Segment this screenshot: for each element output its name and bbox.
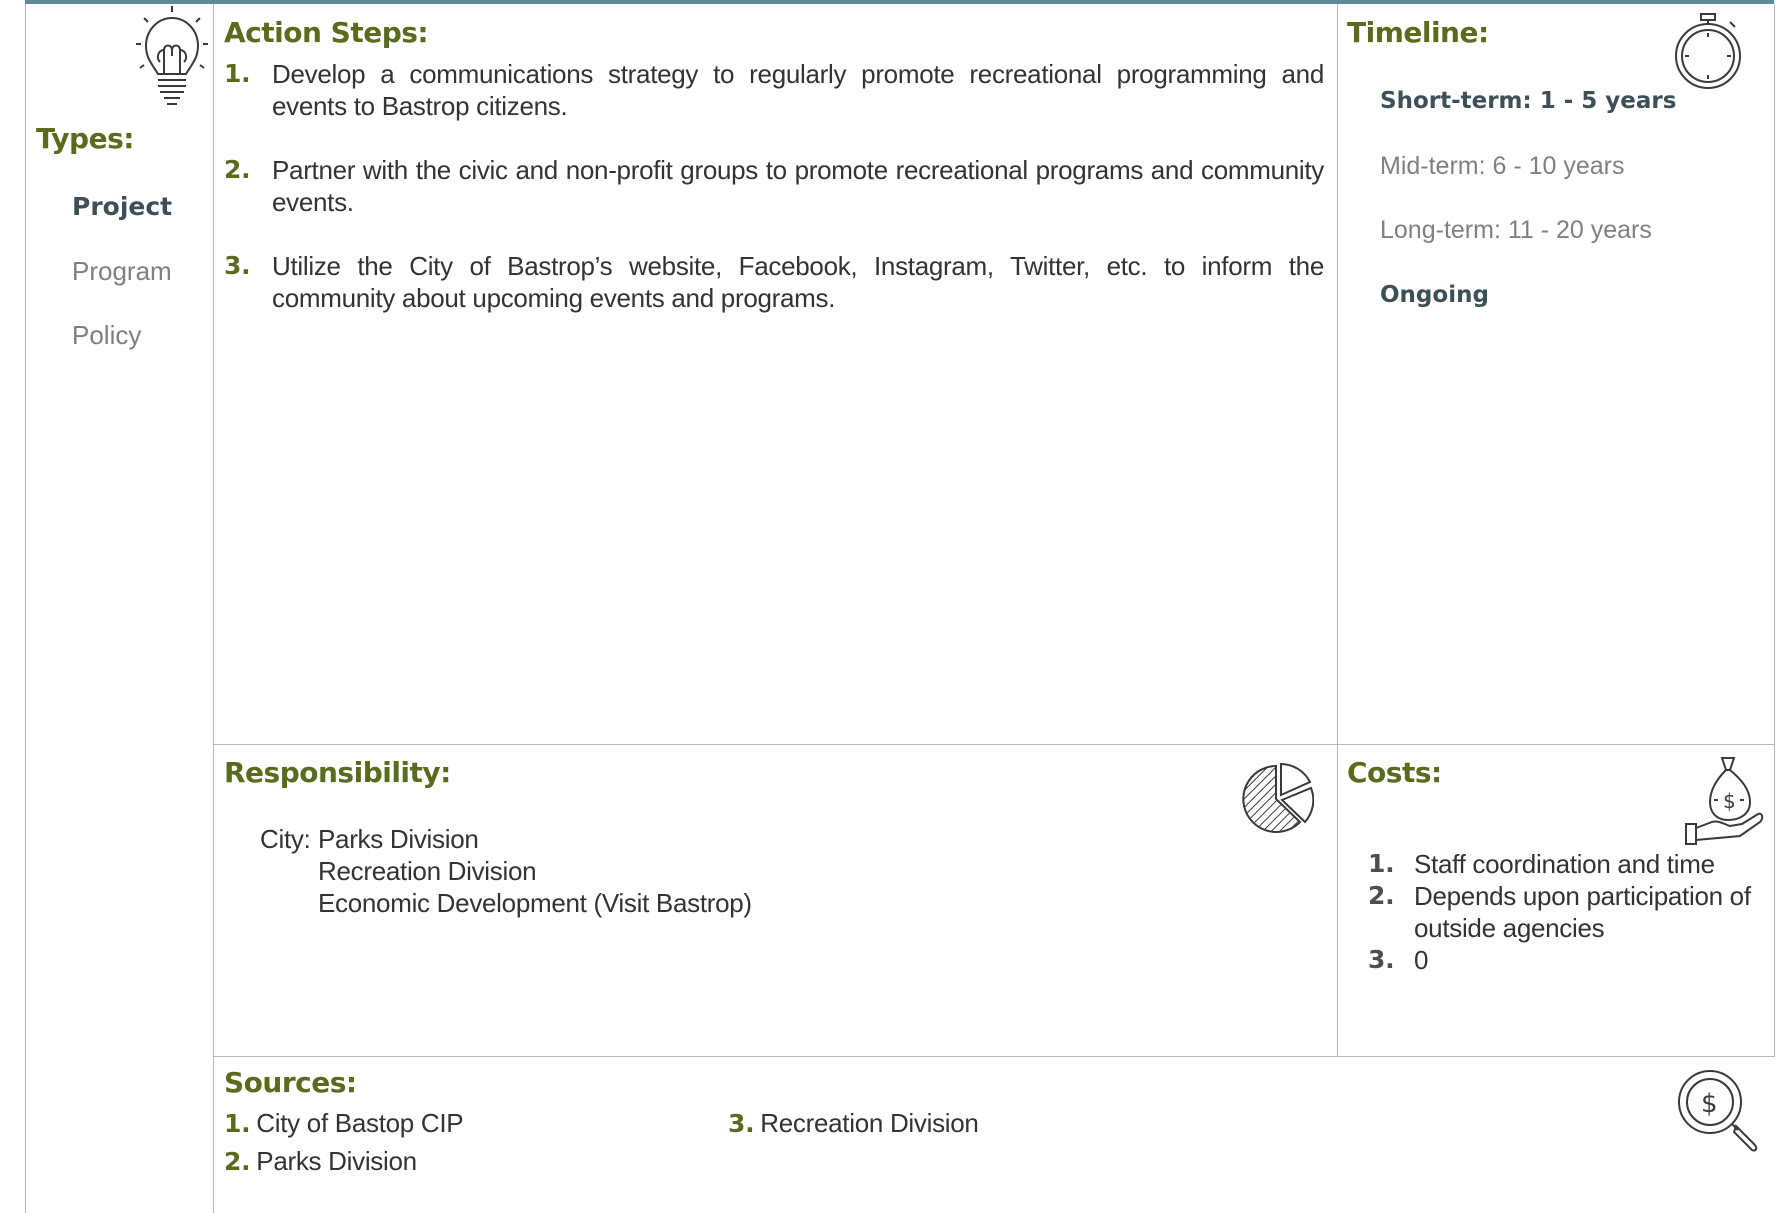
action-step-number: 3. [224,251,251,280]
source-item: 3. Recreation Division [728,1108,979,1139]
top-accent-bar [25,0,1774,4]
types-heading: Types: [36,122,134,155]
timeline-long-term: Long-term: 11 - 20 years [1380,216,1652,244]
responsibility-heading: Responsibility: [224,756,451,789]
types-column-divider [213,4,214,1213]
costs-heading: Costs: [1347,756,1442,789]
type-policy: Policy [72,320,142,350]
action-steps-list: 1. Develop a communications strategy to … [224,58,1324,346]
cost-item: 1. Staff coordination and time [1368,848,1760,880]
type-program: Program [72,256,172,286]
cost-number: 1. [1368,849,1395,878]
action-step-number: 1. [224,59,251,88]
svg-text:$: $ [1723,789,1736,813]
timeline-ongoing: Ongoing [1380,282,1489,308]
action-step-item: 3. Utilize the City of Bastrop’s website… [224,250,1324,314]
cost-item: 2. Depends upon participation of outside… [1368,880,1760,944]
action-steps-heading: Action Steps: [224,16,429,49]
responsibility-prefix: City: [260,824,311,854]
money-bag-hand-icon: $ [1684,756,1764,848]
timeline-mid-term: Mid-term: 6 - 10 years [1380,152,1625,180]
action-step-item: 2. Partner with the civic and non-profit… [224,154,1324,218]
upper-row-divider [213,744,1775,745]
sources-heading: Sources: [224,1066,357,1099]
pie-chart-icon [1238,762,1314,836]
left-border [25,4,26,1213]
costs-list: 1. Staff coordination and time 2. Depend… [1368,848,1760,976]
timeline-column-divider [1337,4,1338,1056]
responsibility-item: Parks Division [318,824,479,854]
lower-row-divider [213,1056,1775,1057]
action-step-text: Partner with the civic and non-profit gr… [272,155,1324,217]
action-step-number: 2. [224,155,251,184]
lightbulb-icon [134,4,210,108]
svg-text:$: $ [1701,1089,1718,1119]
cost-text: Staff coordination and time [1414,849,1715,879]
responsibility-item: Economic Development (Visit Bastrop) [318,888,752,918]
action-step-item: 1. Develop a communications strategy to … [224,58,1324,122]
cost-number: 2. [1368,881,1395,910]
stopwatch-icon [1670,12,1746,90]
cost-item: 3. 0 [1368,944,1760,976]
timeline-heading: Timeline: [1347,16,1489,49]
source-item: 1. City of Bastop CIP [224,1108,464,1139]
responsibility-item: Recreation Division [318,856,537,886]
source-number: 2. [224,1147,251,1176]
source-text: Recreation Division [760,1108,979,1138]
source-number: 1. [224,1109,251,1138]
right-border [1774,4,1775,1056]
cost-text: Depends upon participation of outside ag… [1414,881,1751,943]
source-number: 3. [728,1109,755,1138]
source-text: Parks Division [256,1146,417,1176]
cost-text: 0 [1414,945,1429,975]
source-item: 2. Parks Division [224,1146,417,1177]
action-step-text: Utilize the City of Bastrop’s website, F… [272,251,1324,313]
dollar-search-icon: $ [1676,1068,1762,1154]
cost-number: 3. [1368,945,1395,974]
type-project: Project [72,192,173,221]
source-text: City of Bastop CIP [256,1108,464,1138]
action-step-text: Develop a communications strategy to reg… [272,59,1324,121]
timeline-short-term: Short-term: 1 - 5 years [1380,88,1677,114]
